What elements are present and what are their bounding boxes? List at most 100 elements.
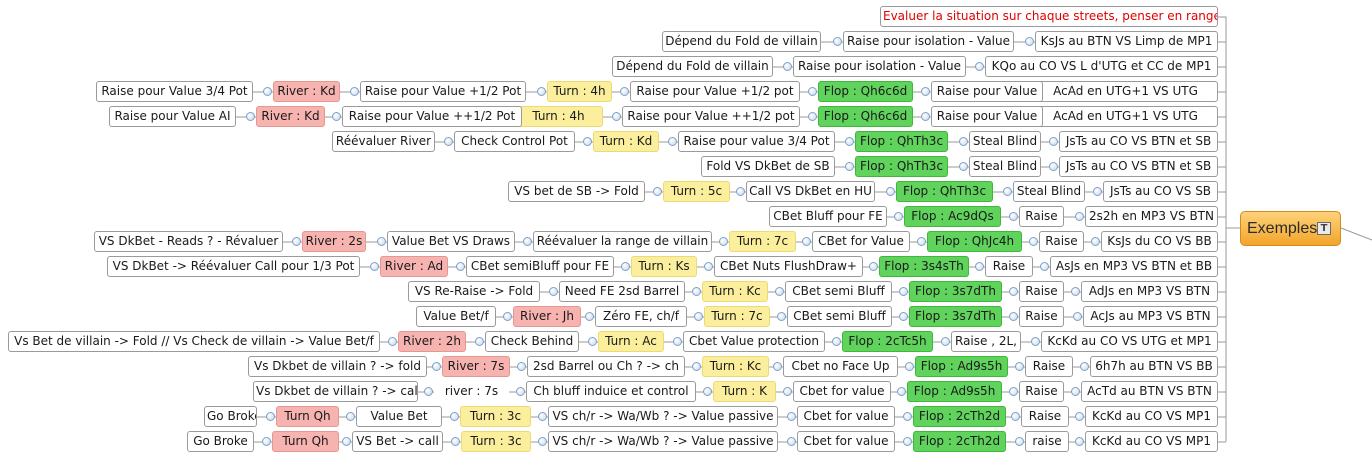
topic-flop-qhjc4h[interactable]: Flop : QhJc4h <box>927 231 1022 252</box>
topic-value-bet-f[interactable]: Value Bet/f <box>416 306 496 327</box>
topic-2sd-barrel-ou-ch-ch[interactable]: 2sd Barrel ou Ch ? -> ch <box>527 356 685 377</box>
collapse-toggle-icon[interactable] <box>332 112 341 121</box>
topic-steal-blind[interactable]: Steal Blind <box>969 156 1041 177</box>
collapse-toggle-icon[interactable] <box>694 312 703 321</box>
collapse-toggle-icon[interactable] <box>959 137 968 146</box>
central-topic-exemples[interactable]: Exemples T <box>1240 211 1341 246</box>
topic-actd-au-btn-vs-btn[interactable]: AcTd au BTN VS BTN <box>1081 381 1218 402</box>
collapse-toggle-icon[interactable] <box>1075 437 1084 446</box>
topic-cbet-no-face-up[interactable]: Cbet no Face Up <box>783 356 898 377</box>
collapse-toggle-icon[interactable] <box>538 412 547 421</box>
topic-river-2h[interactable]: River : 2h <box>398 331 466 352</box>
topic-vs-ch-r-wa-wb-value-passive[interactable]: VS ch/r -> Wa/Wb ? -> Value passive <box>548 406 778 427</box>
collapse-toggle-icon[interactable] <box>1040 262 1049 271</box>
topic-turn-qh[interactable]: Turn Qh <box>272 431 339 452</box>
collapse-toggle-icon[interactable] <box>388 337 397 346</box>
topic-raise[interactable]: Raise <box>1019 206 1064 227</box>
collapse-toggle-icon[interactable] <box>802 237 811 246</box>
topic-raise[interactable]: Raise <box>1025 356 1073 377</box>
topic-raise[interactable]: raise <box>1025 431 1069 452</box>
collapse-toggle-icon[interactable] <box>783 62 792 71</box>
collapse-toggle-icon[interactable] <box>451 437 460 446</box>
topic-kckd-au-co-vs-mp1[interactable]: KcKd au CO VS MP1 <box>1085 431 1218 452</box>
collapse-toggle-icon[interactable] <box>424 387 433 396</box>
topic-turn-qh[interactable]: Turn Qh <box>276 406 339 427</box>
collapse-toggle-icon[interactable] <box>377 237 386 246</box>
topic-flop-3s7dth[interactable]: Flop : 3s7dTh <box>909 281 1002 302</box>
collapse-toggle-icon[interactable] <box>704 262 713 271</box>
topic-flop-qhth3c[interactable]: Flop : QhTh3c <box>855 131 948 152</box>
collapse-toggle-icon[interactable] <box>1071 387 1080 396</box>
topic-vs-ch-r-wa-wb-value-passive[interactable]: VS ch/r -> Wa/Wb ? -> Value passive <box>548 431 778 452</box>
topic-need-fe-2sd-barrel[interactable]: Need FE 2sd Barrel <box>559 281 685 302</box>
topic-value-bet[interactable]: Value Bet <box>356 406 442 427</box>
collapse-toggle-icon[interactable] <box>432 362 441 371</box>
collapse-toggle-icon[interactable] <box>921 112 930 121</box>
collapse-toggle-icon[interactable] <box>1093 187 1102 196</box>
topic-turn-7c[interactable]: Turn : 7c <box>704 306 770 327</box>
topic-flop-ac9dqs[interactable]: Flop : Ac9dQs <box>904 206 1001 227</box>
topic-river-2s[interactable]: River : 2s <box>302 231 366 252</box>
collapse-toggle-icon[interactable] <box>475 337 484 346</box>
collapse-toggle-icon[interactable] <box>1080 362 1089 371</box>
collapse-toggle-icon[interactable] <box>292 237 301 246</box>
note-icon[interactable]: T <box>1317 222 1331 235</box>
topic-flop-qh6c6d[interactable]: Flop : Qh6c6d <box>818 106 913 127</box>
topic-reevaluer-river[interactable]: Réévaluer River <box>332 131 435 152</box>
collapse-toggle-icon[interactable] <box>350 87 359 96</box>
collapse-toggle-icon[interactable] <box>775 287 784 296</box>
topic-jsts-au-co-vs-btn-et-sb[interactable]: JsTs au CO VS BTN et SB <box>1059 156 1218 177</box>
collapse-toggle-icon[interactable] <box>899 287 908 296</box>
collapse-toggle-icon[interactable] <box>777 312 786 321</box>
topic-raise-pour-value[interactable]: Raise pour Value <box>931 81 1043 102</box>
collapse-toggle-icon[interactable] <box>668 137 677 146</box>
topic-flop-qhth3c[interactable]: Flop : QhTh3c <box>896 181 993 202</box>
collapse-toggle-icon[interactable] <box>1029 237 1038 246</box>
collapse-toggle-icon[interactable] <box>894 212 903 221</box>
collapse-toggle-icon[interactable] <box>921 87 930 96</box>
topic-kqo-au-co-vs-l-d-utg-et-cc-de-mp1[interactable]: KQo au CO VS L d'UTG et CC de MP1 <box>985 56 1218 77</box>
topic-turn-kd[interactable]: Turn : Kd <box>593 131 659 152</box>
topic-reevaluer-la-range-de-villain[interactable]: Réévaluer la range de villain <box>533 231 712 252</box>
topic-6h7h-au-btn-vs-bb[interactable]: 6h7h au BTN VS BB <box>1090 356 1218 377</box>
topic-raise[interactable]: Raise <box>1021 406 1069 427</box>
collapse-toggle-icon[interactable] <box>975 62 984 71</box>
collapse-toggle-icon[interactable] <box>450 412 459 421</box>
topic-turn-4h[interactable]: Turn : 4h <box>547 81 612 102</box>
collapse-toggle-icon[interactable] <box>620 87 629 96</box>
topic-cbet-bluff-pour-fe[interactable]: CBet Bluff pour FE <box>769 206 887 227</box>
topic-ksjs-du-co-vs-bb[interactable]: KsJs du CO VS BB <box>1101 231 1218 252</box>
topic-cbet-for-value[interactable]: Cbet for value <box>793 381 891 402</box>
topic-raise-pour-value-ai[interactable]: Raise pour Value AI <box>109 106 236 127</box>
topic-cbet-for-value[interactable]: Cbet for value <box>797 431 895 452</box>
topic-flop-ad9s5h[interactable]: Flop : Ad9s5h <box>915 356 1008 377</box>
collapse-toggle-icon[interactable] <box>833 37 842 46</box>
collapse-toggle-icon[interactable] <box>585 312 594 321</box>
topic-raise[interactable]: Raise <box>1019 281 1064 302</box>
topic-jsts-au-co-vs-sb[interactable]: JsTs au CO VS SB <box>1103 181 1218 202</box>
collapse-toggle-icon[interactable] <box>959 162 968 171</box>
collapse-toggle-icon[interactable] <box>1009 212 1018 221</box>
topic-raise-pour-isolation-value[interactable]: Raise pour isolation - Value <box>843 31 1014 52</box>
collapse-toggle-icon[interactable] <box>673 337 682 346</box>
topic-turn-5c[interactable]: Turn : 5c <box>663 181 730 202</box>
collapse-toggle-icon[interactable] <box>523 237 532 246</box>
topic-kckd-au-co-vs-utg-et-mp1[interactable]: KcKd au CO VS UTG et MP1 <box>1041 331 1218 352</box>
topic-raise-pour-value-3-4-pot[interactable]: Raise pour Value 3/4 Pot <box>96 81 253 102</box>
topic-cbet-semibluff-pour-fe[interactable]: CBet semiBluff pour FE <box>466 256 614 277</box>
topic-flop-ad9s5h[interactable]: Flop : Ad9s5h <box>907 381 1002 402</box>
topic-ksjs-au-btn-vs-limp-de-mp1[interactable]: KsJs au BTN VS Limp de MP1 <box>1035 31 1218 52</box>
collapse-toggle-icon[interactable] <box>246 112 255 121</box>
topic-jsts-au-co-vs-btn-et-sb[interactable]: JsTs au CO VS BTN et SB <box>1059 131 1218 152</box>
collapse-toggle-icon[interactable] <box>538 437 547 446</box>
topic-vs-bet-de-villain-fold-vs-check-de-villa[interactable]: Vs Bet de villain -> Fold // Vs Check de… <box>8 331 380 352</box>
collapse-toggle-icon[interactable] <box>719 237 728 246</box>
topic-cbet-semi-bluff[interactable]: CBet semi Bluff <box>785 281 892 302</box>
topic-kckd-au-co-vs-mp1[interactable]: KcKd au CO VS MP1 <box>1085 406 1218 427</box>
topic-depend-du-fold-de-villain[interactable]: Dépend du Fold de villain <box>662 31 821 52</box>
collapse-toggle-icon[interactable] <box>1011 412 1020 421</box>
topic-raise-pour-value-1-2-pot[interactable]: Raise pour Value ++1/2 pot <box>622 106 800 127</box>
topic-vs-bet-call[interactable]: VS Bet -> call <box>352 431 443 452</box>
collapse-toggle-icon[interactable] <box>588 337 597 346</box>
collapse-toggle-icon[interactable] <box>583 137 592 146</box>
